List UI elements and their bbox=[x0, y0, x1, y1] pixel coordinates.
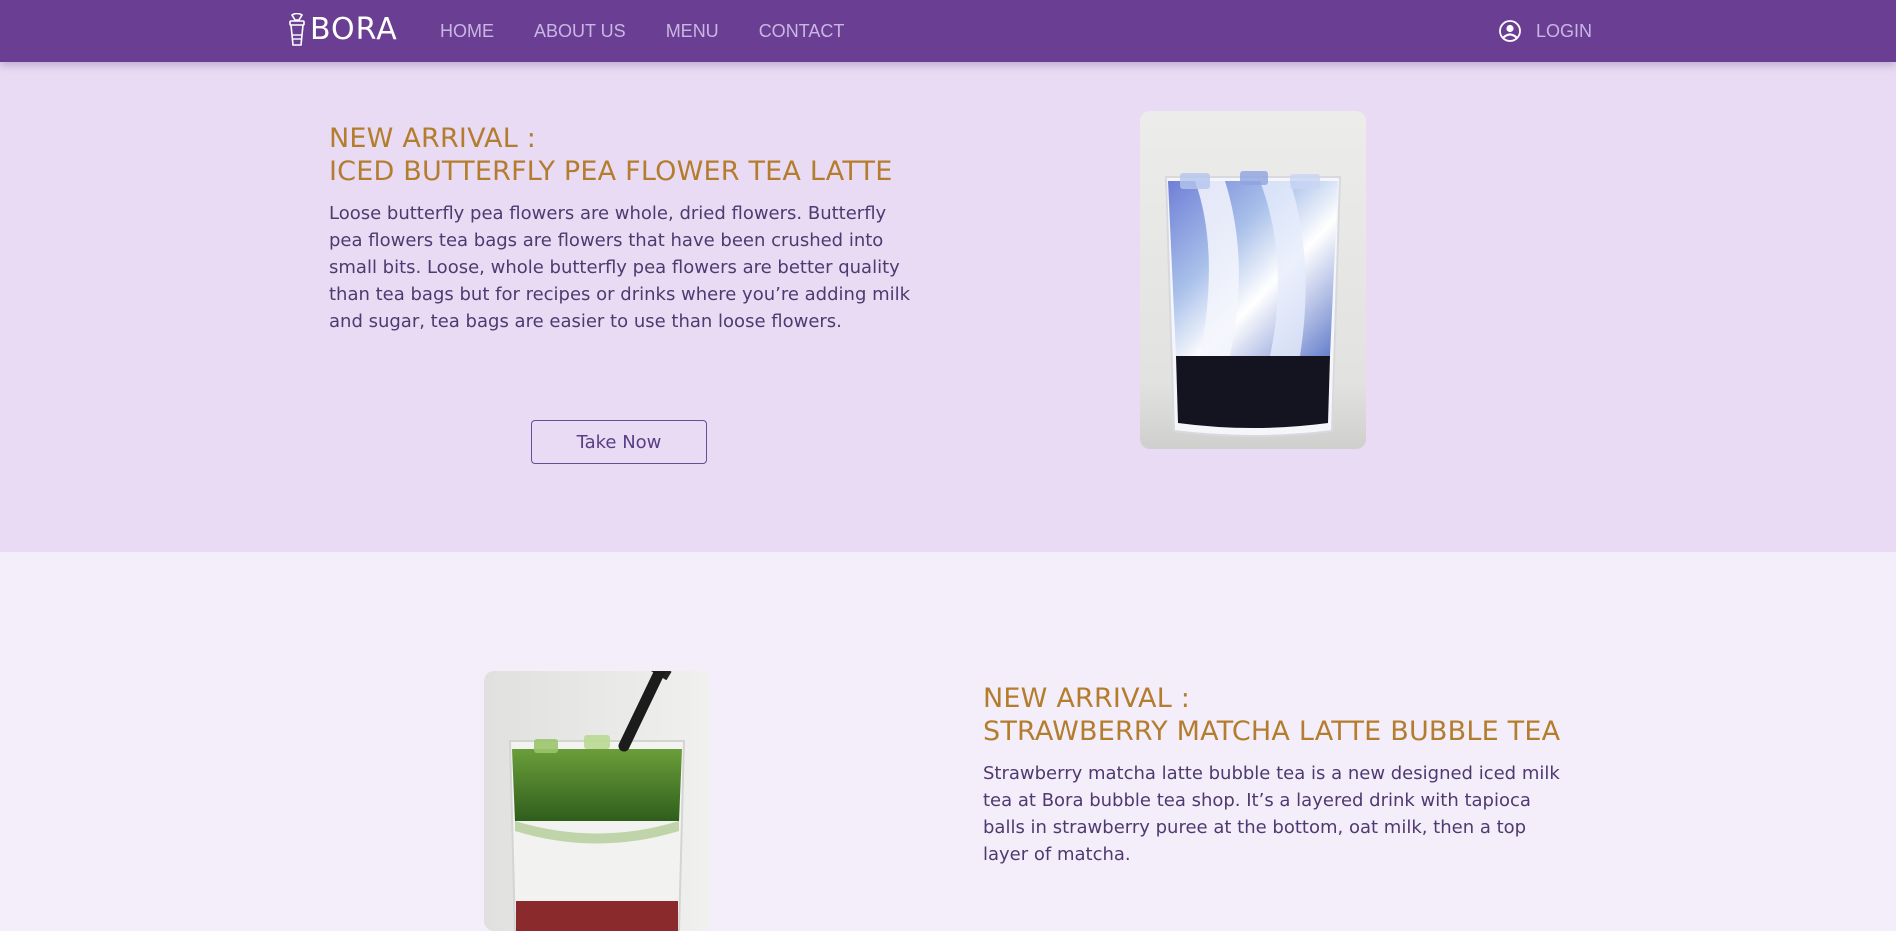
nav-link-menu[interactable]: MENU bbox=[666, 21, 719, 42]
bubble-tea-cup-icon bbox=[289, 13, 305, 46]
nav-link-contact[interactable]: CONTACT bbox=[759, 21, 845, 42]
main-nav: HOME ABOUT US MENU CONTACT bbox=[440, 0, 884, 62]
user-circle-icon bbox=[1499, 20, 1521, 42]
login-button[interactable]: LOGIN bbox=[1498, 0, 1592, 62]
product-1-text: NEW ARRIVAL : ICED BUTTERFLY PEA FLOWER … bbox=[329, 122, 919, 335]
logo-text: BORA bbox=[310, 12, 398, 47]
product-2-description: Strawberry matcha latte bubble tea is a … bbox=[983, 763, 1560, 865]
strawberry-matcha-latte-image bbox=[484, 671, 710, 931]
new-arrival-section-2: NEW ARRIVAL : STRAWBERRY MATCHA LATTE BU… bbox=[0, 552, 1896, 931]
logo[interactable]: BORA bbox=[286, 12, 398, 48]
product-2-heading-line1: NEW ARRIVAL : bbox=[983, 683, 1191, 714]
login-label: LOGIN bbox=[1536, 20, 1593, 41]
new-arrival-section-1: NEW ARRIVAL : ICED BUTTERFLY PEA FLOWER … bbox=[0, 62, 1896, 552]
product-2-heading: NEW ARRIVAL : STRAWBERRY MATCHA LATTE BU… bbox=[983, 682, 1583, 748]
butterfly-pea-latte-image bbox=[1140, 111, 1366, 449]
product-1-heading: NEW ARRIVAL : ICED BUTTERFLY PEA FLOWER … bbox=[329, 122, 919, 188]
product-2-text: NEW ARRIVAL : STRAWBERRY MATCHA LATTE BU… bbox=[983, 682, 1583, 868]
nav-link-home[interactable]: HOME bbox=[440, 21, 494, 42]
product-1-heading-line1: NEW ARRIVAL : bbox=[329, 123, 537, 154]
navbar: BORA HOME ABOUT US MENU CONTACT LOGIN bbox=[0, 0, 1896, 62]
take-now-button[interactable]: Take Now bbox=[531, 420, 707, 464]
nav-link-about-us[interactable]: ABOUT US bbox=[534, 21, 626, 42]
product-2-heading-line2: STRAWBERRY MATCHA LATTE BUBBLE TEA bbox=[983, 716, 1561, 747]
product-1-heading-line2: ICED BUTTERFLY PEA FLOWER TEA LATTE bbox=[329, 156, 893, 187]
product-1-description: Loose butterfly pea flowers are whole, d… bbox=[329, 203, 911, 332]
